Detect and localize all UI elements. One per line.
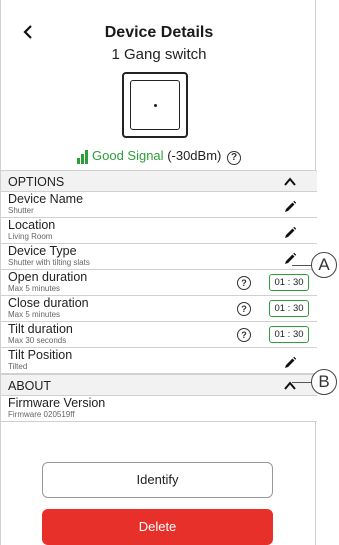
- row-label: Device Name: [8, 192, 84, 206]
- identify-button[interactable]: Identify: [42, 462, 273, 498]
- signal-status: Good Signal (-30dBm) ?: [1, 148, 317, 168]
- list-item-open-duration[interactable]: Open duration Max 5 minutes ? 01 : 30: [1, 270, 317, 296]
- list-item-firmware-version: Firmware Version Firmware 020519ff: [1, 396, 317, 422]
- edit-icon[interactable]: [283, 252, 297, 266]
- delete-button[interactable]: Delete: [42, 509, 273, 545]
- row-label: Device Type: [8, 244, 77, 258]
- chevron-up-icon: [284, 177, 296, 186]
- signal-value: (-30dBm): [167, 148, 222, 163]
- help-icon[interactable]: ?: [237, 328, 251, 342]
- row-value: Shutter: [8, 206, 34, 215]
- row-label: Open duration: [8, 270, 88, 284]
- callout-a-line: [292, 265, 312, 267]
- help-icon[interactable]: ?: [237, 276, 251, 290]
- row-label: Tilt duration: [8, 322, 73, 336]
- row-value: Shutter with tilting slats: [8, 258, 90, 267]
- row-value: Max 5 minutes: [8, 310, 61, 319]
- section-title: ABOUT: [8, 379, 52, 393]
- signal-bars-icon: [77, 149, 89, 164]
- row-label: Location: [8, 218, 56, 232]
- row-label: Close duration: [8, 296, 89, 310]
- row-value: Firmware 020519ff: [8, 410, 75, 419]
- row-value: Living Room: [8, 232, 53, 241]
- row-value: Max 30 seconds: [8, 336, 67, 345]
- edit-icon[interactable]: [283, 200, 297, 214]
- callout-b-line: [292, 382, 312, 384]
- edit-icon[interactable]: [283, 226, 297, 240]
- callout-b: B: [311, 369, 337, 395]
- row-label: Tilt Position: [8, 348, 73, 362]
- list-item-device-name[interactable]: Device Name Shutter: [1, 192, 317, 218]
- header: Device Details 1 Gang switch: [1, 0, 317, 150]
- duration-field[interactable]: 01 : 30: [269, 300, 309, 317]
- about-section-header[interactable]: ABOUT: [1, 374, 317, 396]
- duration-field[interactable]: 01 : 30: [269, 274, 309, 291]
- options-section-header[interactable]: OPTIONS: [1, 170, 317, 192]
- device-details-screen: Device Details 1 Gang switch Good Signal…: [0, 0, 317, 545]
- help-icon[interactable]: ?: [237, 302, 251, 316]
- row-label: Firmware Version: [8, 396, 106, 410]
- row-value: Max 5 minutes: [8, 284, 61, 293]
- callout-a: A: [311, 252, 337, 278]
- edit-icon[interactable]: [283, 356, 297, 370]
- switch-icon: [122, 72, 188, 138]
- section-title: OPTIONS: [8, 175, 65, 189]
- signal-label: Good Signal: [92, 148, 164, 163]
- row-value: Tilted: [8, 362, 28, 371]
- list-item-tilt-duration[interactable]: Tilt duration Max 30 seconds ? 01 : 30: [1, 322, 317, 348]
- list-item-close-duration[interactable]: Close duration Max 5 minutes ? 01 : 30: [1, 296, 317, 322]
- duration-field[interactable]: 01 : 30: [269, 326, 309, 343]
- settings-list: OPTIONS Device Name Shutter Location Liv…: [1, 170, 317, 422]
- page-title: Device Details: [104, 24, 214, 41]
- list-item-device-type[interactable]: Device Type Shutter with tilting slats: [1, 244, 317, 270]
- device-subtitle: 1 Gang switch: [111, 46, 207, 63]
- list-item-location[interactable]: Location Living Room: [1, 218, 317, 244]
- help-icon[interactable]: ?: [227, 151, 241, 165]
- list-item-tilt-position[interactable]: Tilt Position Tilted: [1, 348, 317, 374]
